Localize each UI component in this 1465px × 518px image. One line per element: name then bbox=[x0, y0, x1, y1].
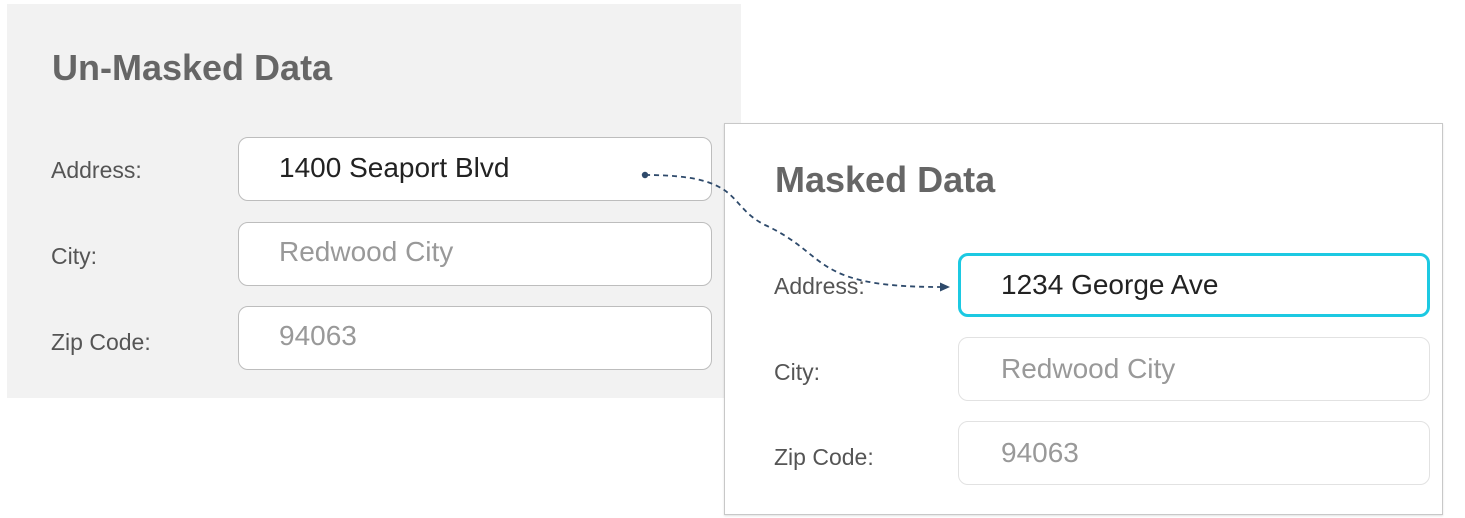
masked-data-panel: Masked Data Address: 1234 George Ave Cit… bbox=[724, 123, 1443, 515]
unmasked-zip-label: Zip Code: bbox=[51, 329, 151, 355]
masked-address-label: Address: bbox=[774, 273, 865, 299]
masked-title: Masked Data bbox=[775, 159, 996, 200]
unmasked-city-label: City: bbox=[51, 243, 97, 269]
unmasked-title: Un-Masked Data bbox=[52, 47, 333, 88]
masked-city-label: City: bbox=[774, 359, 820, 385]
unmasked-address-field[interactable]: 1400 Seaport Blvd bbox=[238, 137, 712, 201]
masked-address-field[interactable]: 1234 George Ave bbox=[958, 253, 1430, 317]
masked-city-field[interactable]: Redwood City bbox=[958, 337, 1430, 401]
unmasked-city-field[interactable]: Redwood City bbox=[238, 222, 712, 286]
unmasked-address-label: Address: bbox=[51, 157, 142, 183]
masked-zip-label: Zip Code: bbox=[774, 444, 874, 470]
unmasked-data-panel: Un-Masked Data Address: 1400 Seaport Blv… bbox=[7, 4, 741, 398]
masked-zip-field[interactable]: 94063 bbox=[958, 421, 1430, 485]
unmasked-zip-field[interactable]: 94063 bbox=[238, 306, 712, 370]
